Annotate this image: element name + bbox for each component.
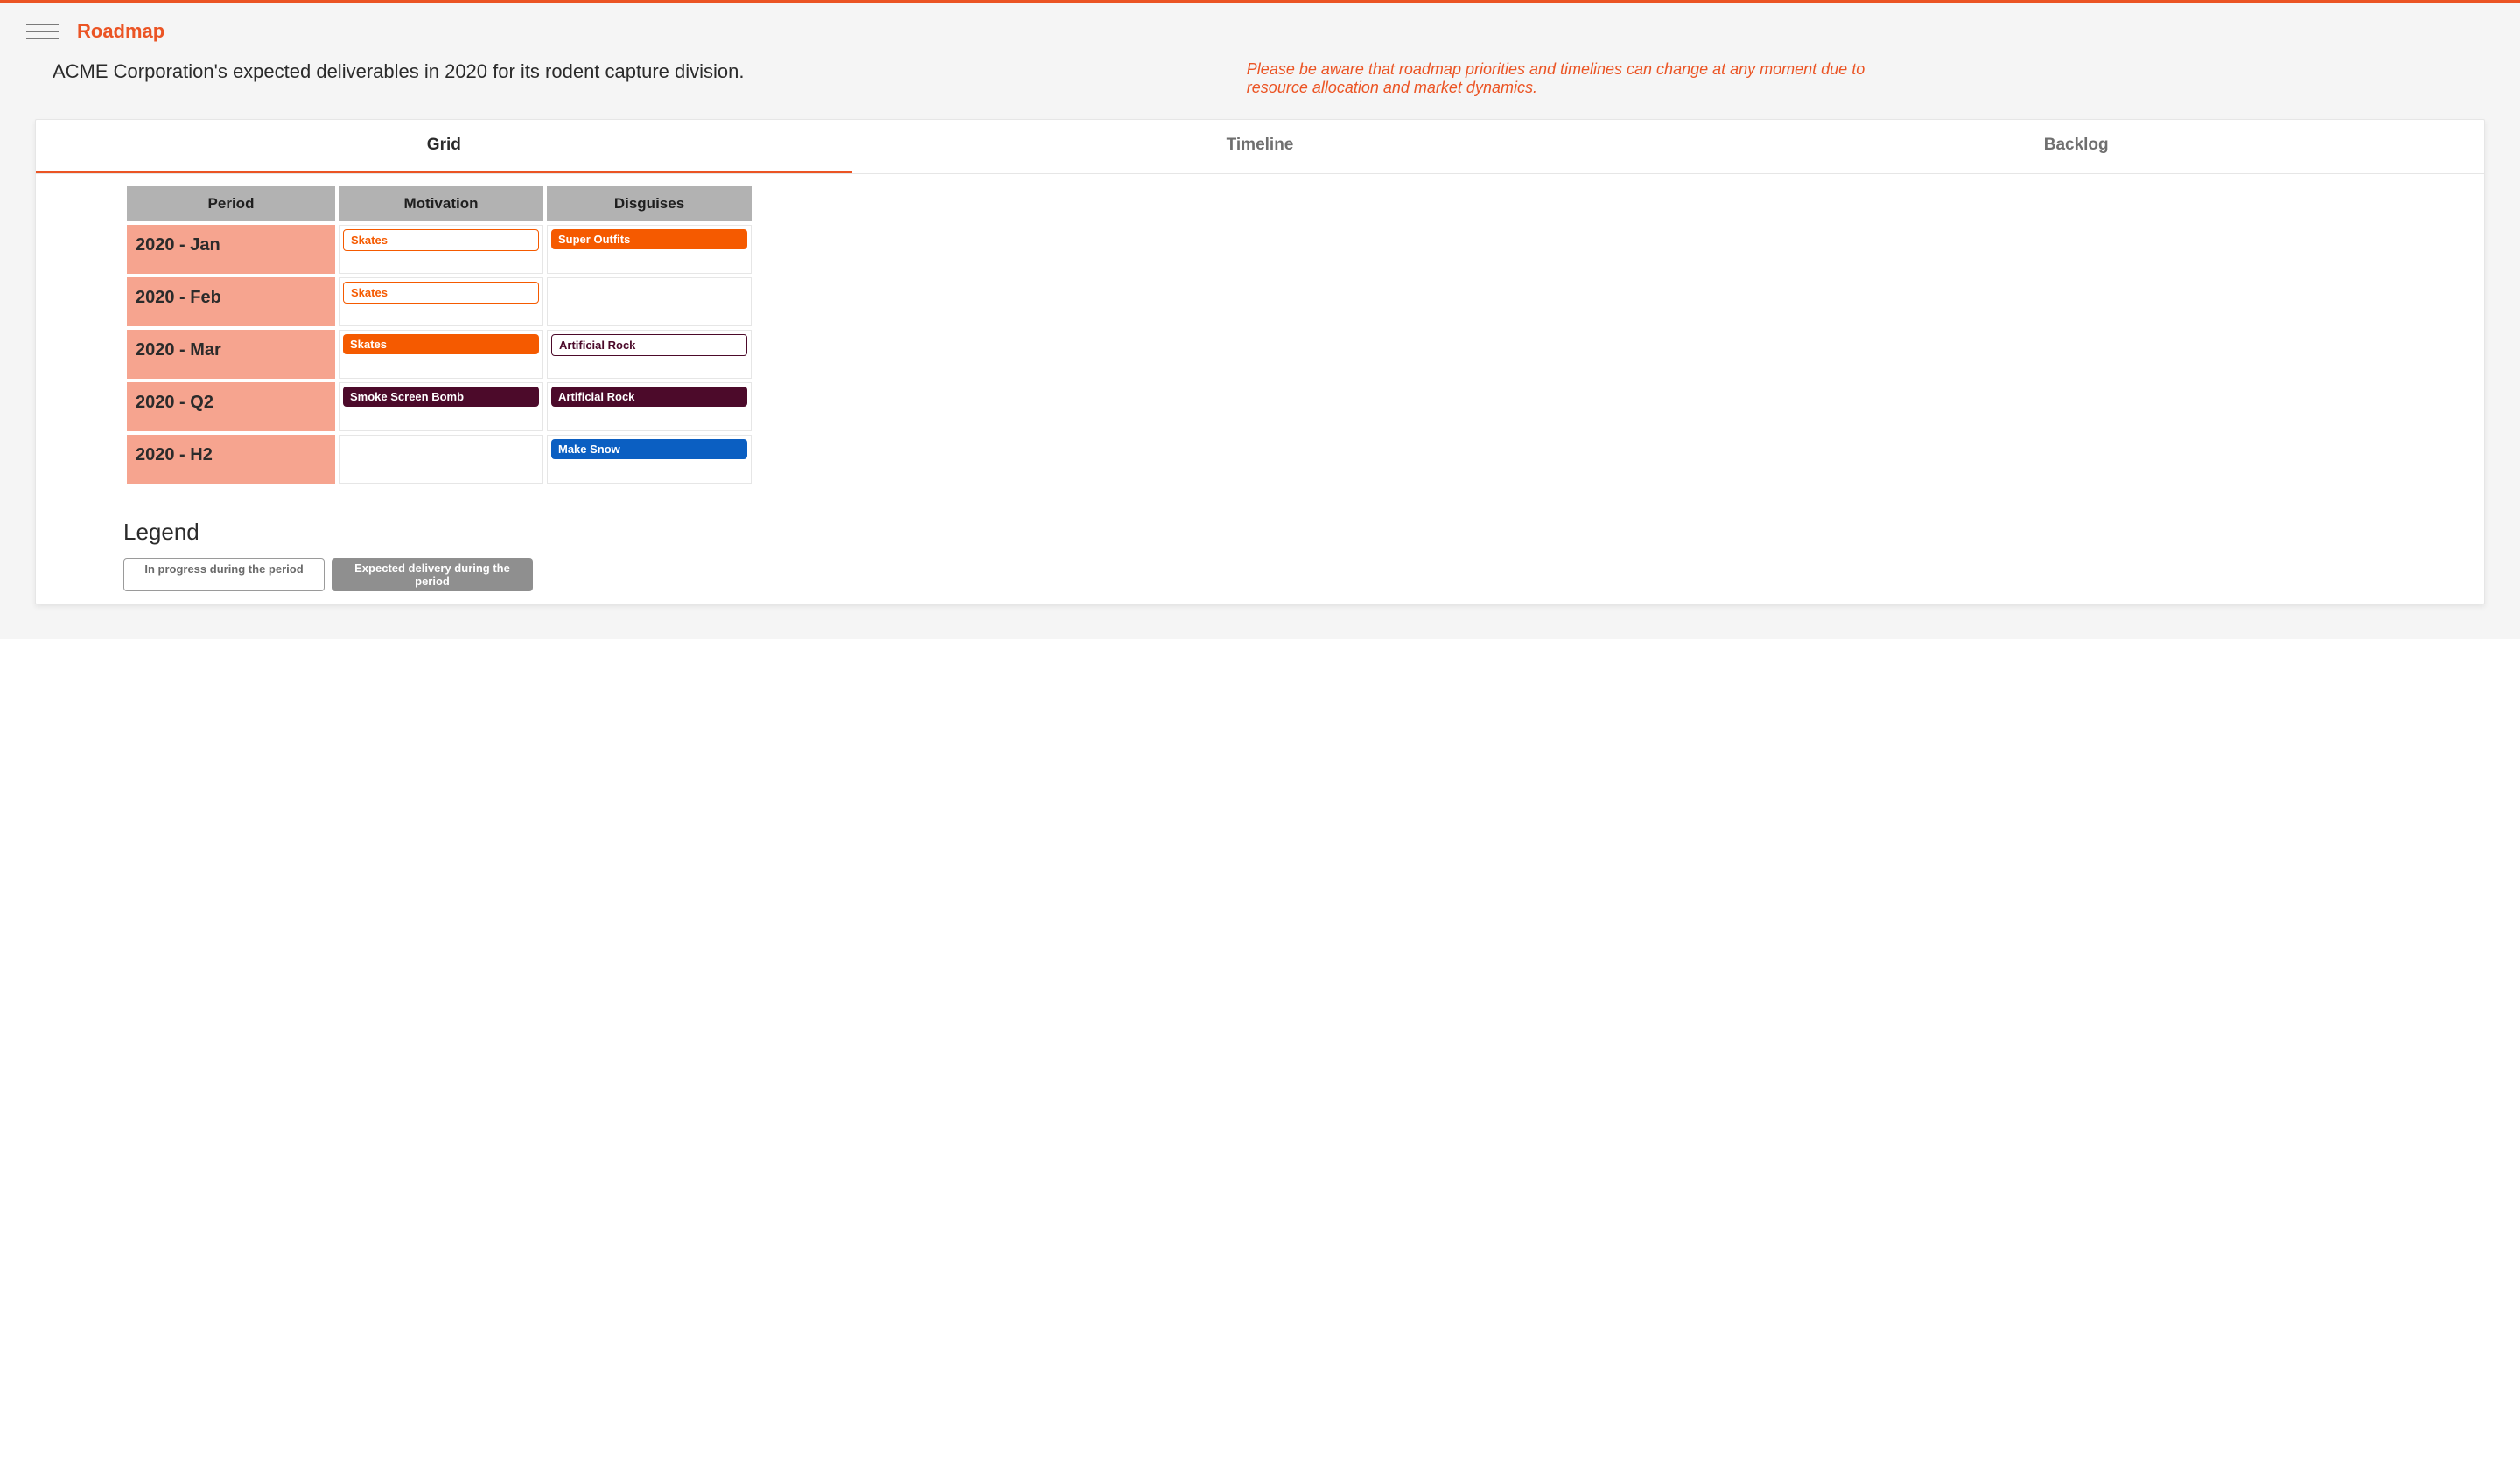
- tab-bar: Grid Timeline Backlog: [36, 120, 2484, 174]
- legend-title: Legend: [123, 519, 2475, 546]
- legend-chip: In progress during the period: [123, 558, 325, 591]
- legend-section: Legend In progress during the periodExpe…: [36, 492, 2484, 604]
- tab-backlog[interactable]: Backlog: [1668, 120, 2484, 173]
- period-cell: 2020 - Feb: [127, 277, 335, 326]
- col-header-disguises: Disguises: [547, 186, 752, 221]
- intro-row: ACME Corporation's expected deliverables…: [0, 52, 2520, 119]
- motivation-cell: Skates: [339, 225, 543, 274]
- roadmap-grid-table: Period Motivation Disguises 2020 - Jan Sk…: [123, 183, 755, 487]
- roadmap-warning: Please be aware that roadmap priorities …: [1247, 60, 1877, 97]
- page-top-region: Roadmap ACME Corporation's expected deli…: [0, 3, 2520, 639]
- item-chip[interactable]: Artificial Rock: [551, 334, 747, 356]
- item-chip[interactable]: Artificial Rock: [551, 387, 747, 407]
- period-cell: 2020 - Jan: [127, 225, 335, 274]
- item-chip[interactable]: Skates: [343, 334, 539, 354]
- item-chip[interactable]: Super Outfits: [551, 229, 747, 249]
- tab-grid[interactable]: Grid: [36, 120, 852, 173]
- tab-timeline[interactable]: Timeline: [852, 120, 1669, 173]
- item-chip[interactable]: Smoke Screen Bomb: [343, 387, 539, 407]
- grid-container: Period Motivation Disguises 2020 - Jan Sk…: [36, 174, 2484, 492]
- col-header-motivation: Motivation: [339, 186, 543, 221]
- period-cell: 2020 - Q2: [127, 382, 335, 431]
- grid-row: 2020 - Q2 Smoke Screen Bomb Artificial Roc…: [127, 382, 752, 431]
- roadmap-panel: Grid Timeline Backlog Period Motivation …: [35, 119, 2485, 604]
- app-title[interactable]: Roadmap: [77, 20, 164, 43]
- roadmap-description: ACME Corporation's expected deliverables…: [52, 60, 1212, 83]
- motivation-cell: [339, 435, 543, 484]
- grid-header-row: Period Motivation Disguises: [127, 186, 752, 221]
- motivation-cell: Smoke Screen Bomb: [339, 382, 543, 431]
- grid-row: 2020 - Jan Skates Super Outfits: [127, 225, 752, 274]
- disguises-cell: [547, 277, 752, 326]
- disguises-cell: Artificial Rock: [547, 382, 752, 431]
- col-header-period: Period: [127, 186, 335, 221]
- period-cell: 2020 - Mar: [127, 330, 335, 379]
- disguises-cell: Super Outfits: [547, 225, 752, 274]
- item-chip[interactable]: Skates: [343, 282, 539, 304]
- app-bar: Roadmap: [0, 3, 2520, 52]
- disguises-cell: Artificial Rock: [547, 330, 752, 379]
- grid-row: 2020 - Mar Skates Artificial Rock: [127, 330, 752, 379]
- motivation-cell: Skates: [339, 330, 543, 379]
- legend-chip-row: In progress during the periodExpected de…: [123, 558, 2475, 591]
- grid-row: 2020 - Feb Skates: [127, 277, 752, 326]
- period-cell: 2020 - H2: [127, 435, 335, 484]
- disguises-cell: Make Snow: [547, 435, 752, 484]
- item-chip[interactable]: Skates: [343, 229, 539, 251]
- legend-chip: Expected delivery during the period: [332, 558, 533, 591]
- motivation-cell: Skates: [339, 277, 543, 326]
- item-chip[interactable]: Make Snow: [551, 439, 747, 459]
- grid-row: 2020 - H2 Make Snow: [127, 435, 752, 484]
- hamburger-icon[interactable]: [26, 24, 60, 39]
